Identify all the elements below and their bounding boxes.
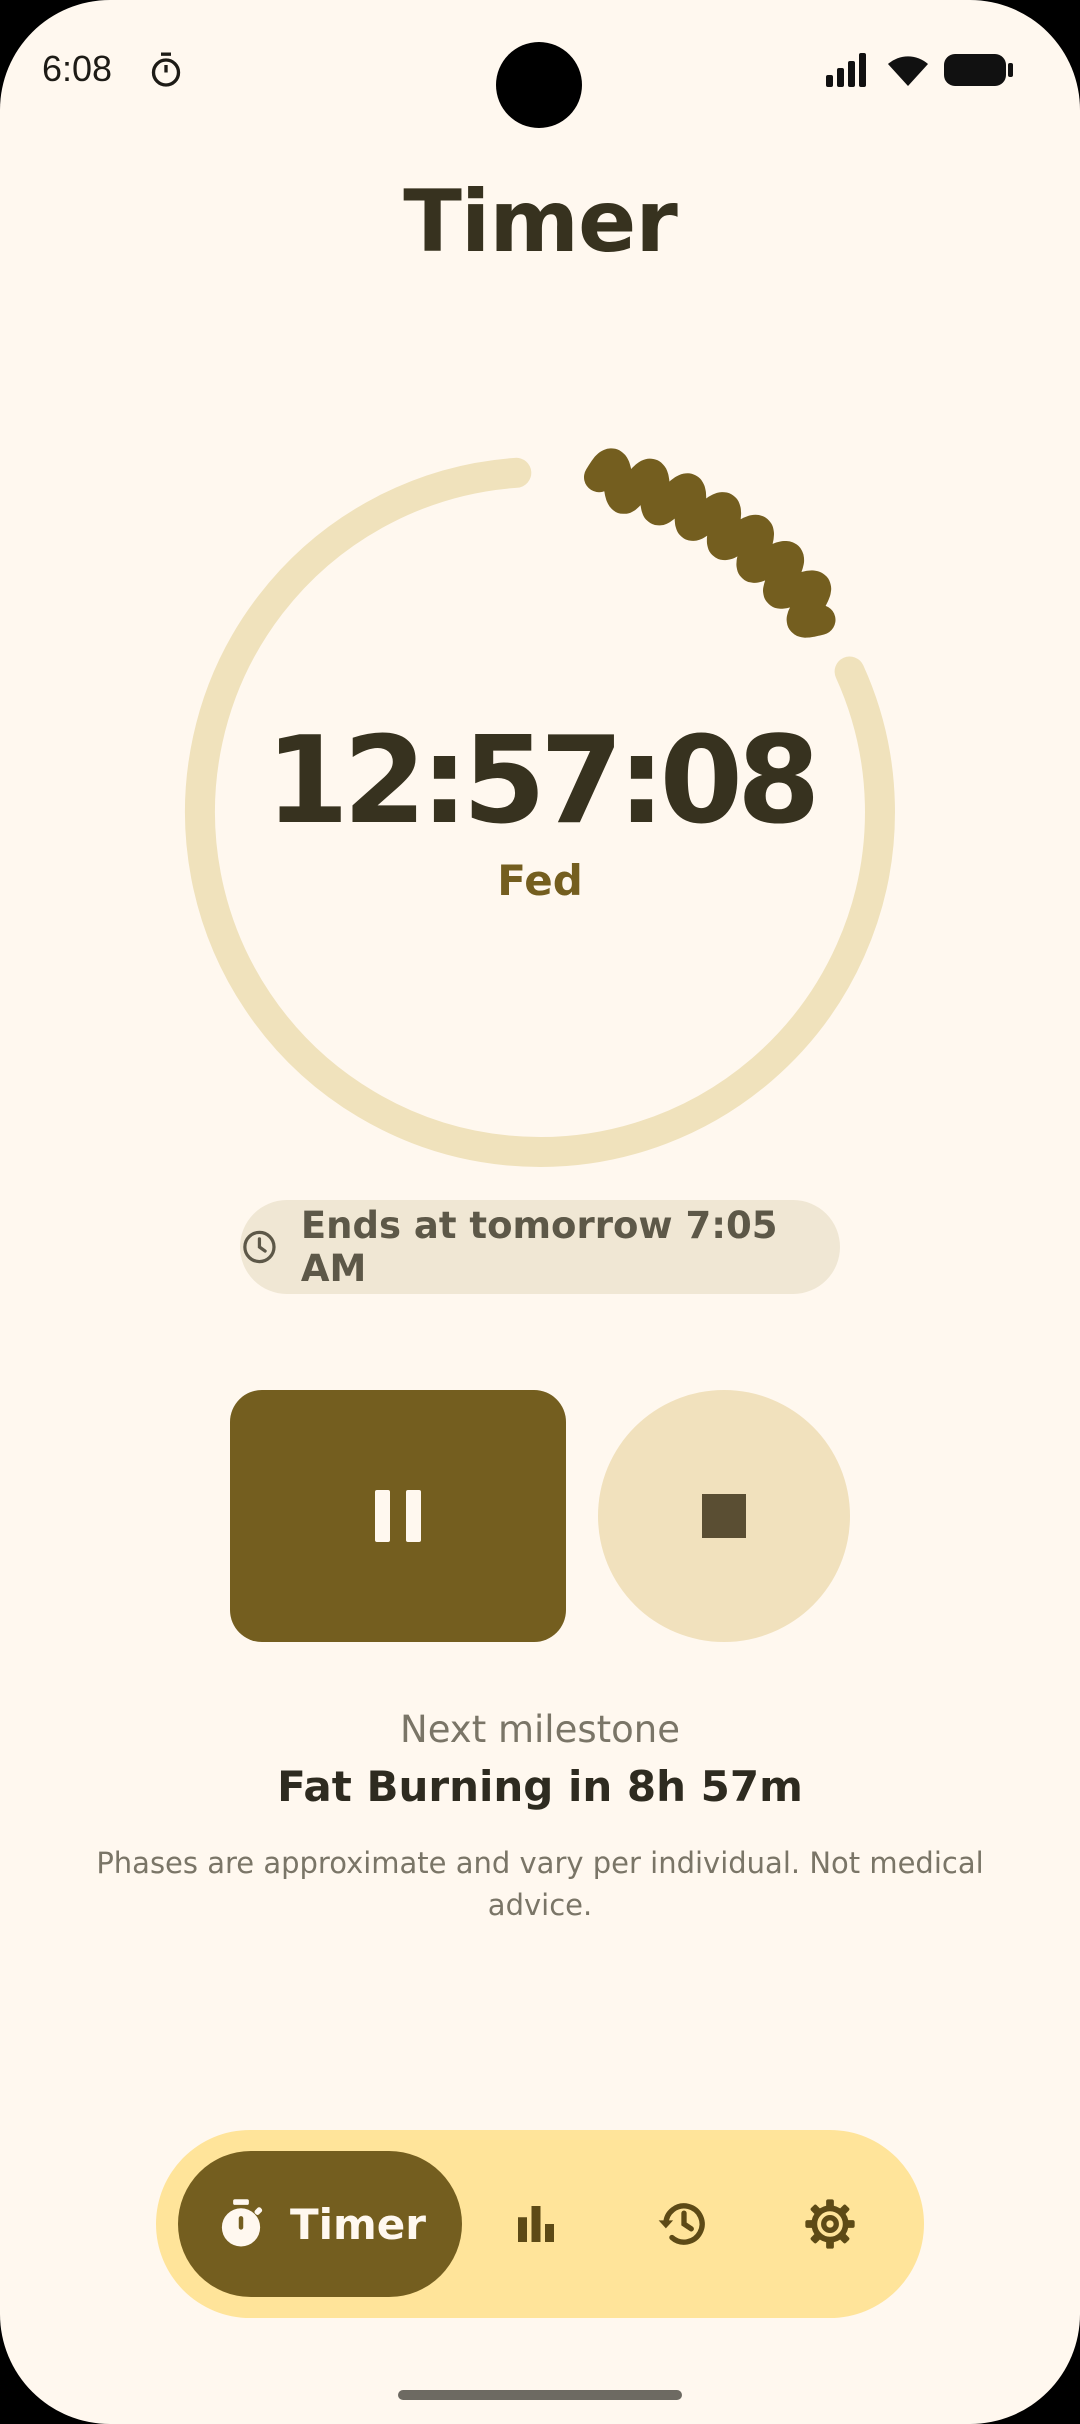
camera-cutout xyxy=(496,42,582,128)
battery-icon xyxy=(944,54,1013,86)
status-bar: 6:08 xyxy=(0,0,1080,140)
nav-item-settings[interactable] xyxy=(786,2180,874,2268)
stopwatch-icon xyxy=(151,52,181,87)
stop-button[interactable] xyxy=(598,1390,850,1642)
bar-chart-icon xyxy=(518,2206,554,2242)
bottom-navigation: Timer xyxy=(156,2130,924,2318)
nav-item-label: Timer xyxy=(289,2199,426,2249)
page-title: Timer xyxy=(403,172,678,272)
history-icon xyxy=(658,2203,705,2245)
screen: 6:08 Timer 12:57:08 Fed Ends at tomorrow… xyxy=(0,0,1080,2424)
phase-label: Fed xyxy=(497,856,583,905)
home-indicator[interactable] xyxy=(398,2390,682,2400)
clock-icon xyxy=(243,1230,276,1264)
next-milestone-label: Next milestone xyxy=(400,1708,680,1751)
ends-at-chip[interactable]: Ends at tomorrow 7:05 AM xyxy=(240,1200,840,1294)
nav-item-stats[interactable] xyxy=(492,2180,580,2268)
gear-icon xyxy=(805,2199,855,2249)
status-time: 6:08 xyxy=(42,48,113,89)
wifi-icon xyxy=(888,56,928,86)
next-milestone-value: Fat Burning in 8h 57m xyxy=(277,1762,803,1811)
ends-at-text: Ends at tomorrow 7:05 AM xyxy=(300,1204,778,1290)
disclaimer-text: Phases are approximate and vary per indi… xyxy=(96,1846,984,1922)
elapsed-time: 12:57:08 xyxy=(265,712,821,851)
stopwatch-icon xyxy=(221,2199,263,2247)
signal-icon xyxy=(826,53,866,87)
nav-item-timer[interactable]: Timer xyxy=(178,2151,462,2297)
pause-button[interactable] xyxy=(230,1390,566,1642)
stop-icon xyxy=(702,1494,746,1538)
nav-item-history[interactable] xyxy=(640,2180,728,2268)
pause-icon xyxy=(375,1490,421,1542)
status-icons xyxy=(826,50,1014,90)
progress-wave xyxy=(584,448,836,638)
